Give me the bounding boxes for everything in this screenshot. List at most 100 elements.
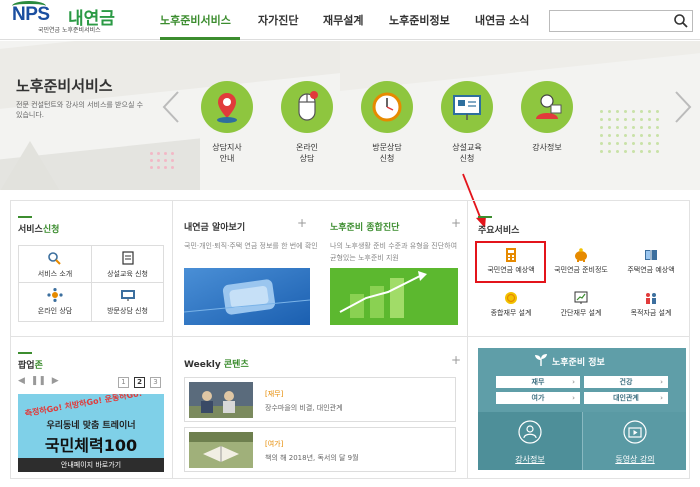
comprehensive-image[interactable] bbox=[330, 268, 458, 325]
weekly-more-button[interactable]: + bbox=[451, 353, 461, 367]
weekly-item[interactable]: [여가] 책의 해 2018년, 독서의 달 9월 bbox=[184, 427, 456, 472]
header: NPS 내연금 국민연금 노후준비서비스 노후준비서비스 자가진단 재무설계 노… bbox=[0, 0, 700, 40]
nav-financial-design[interactable]: 재무설계 bbox=[323, 12, 363, 28]
coin-icon bbox=[505, 292, 517, 304]
banner-description: 전문 컨설턴트와 강사의 서비스를 받으실 수 있습니다. bbox=[16, 101, 144, 119]
nav-retirement-service[interactable]: 노후준비서비스 bbox=[160, 12, 231, 28]
highlight-box bbox=[475, 241, 546, 283]
comprehensive-more-button[interactable]: + bbox=[451, 216, 461, 230]
mouse-icon bbox=[298, 91, 318, 121]
title-accent bbox=[478, 216, 492, 218]
info-leisure-button[interactable]: 여가 › bbox=[496, 392, 580, 404]
service-apply-title: 서비스신청 bbox=[18, 225, 60, 235]
notebook-icon bbox=[121, 251, 134, 265]
person-icon bbox=[536, 94, 562, 119]
popup-controls: ◀ ❚❚ ▶ bbox=[18, 376, 59, 386]
video-icon bbox=[623, 420, 647, 444]
popup-slogan: 측정하Go! 처방하Go! 운동하Go! bbox=[24, 394, 143, 419]
banner-decoration bbox=[0, 141, 60, 190]
weekly-headline: 장수마을의 비결, 대인관계 bbox=[265, 404, 343, 412]
service-label: 강사정보 bbox=[532, 143, 562, 152]
nav-self-diagnosis[interactable]: 자가진단 bbox=[258, 12, 298, 28]
banner-prev-arrow[interactable] bbox=[160, 90, 182, 124]
service-label: 온라인 상담 bbox=[295, 143, 319, 163]
panel-border bbox=[689, 200, 690, 478]
main-services-title: 주요서비스 bbox=[478, 226, 520, 236]
nav-retirement-info[interactable]: 노후준비정보 bbox=[389, 12, 450, 28]
pension-know-description: 국민·개인·퇴직·주택 연금 정보를 한 번에 확인 bbox=[184, 242, 318, 250]
panel-border bbox=[10, 200, 11, 478]
service-instructor-button[interactable] bbox=[521, 81, 573, 133]
title-accent bbox=[18, 352, 32, 354]
pension-readiness-button[interactable]: 국민연금 준비정도 bbox=[548, 248, 614, 275]
service-intro-button[interactable]: 서비스 소개 bbox=[18, 245, 92, 283]
info-health-button[interactable]: 건강 › bbox=[584, 376, 668, 388]
panel-border bbox=[172, 200, 173, 478]
magnifier-icon bbox=[48, 252, 61, 265]
logo-subtitle: 국민연금 노후준비서비스 bbox=[38, 27, 101, 34]
popup-page-3[interactable]: 3 bbox=[150, 377, 161, 388]
weekly-title: Weekly 콘텐츠 bbox=[184, 360, 249, 370]
weekly-headline: 책의 해 2018년, 독서의 달 9월 bbox=[265, 454, 359, 462]
info-panel-title: 노후준비 정보 bbox=[552, 358, 605, 368]
weekly-item[interactable]: [재무] 장수마을의 비결, 대인관계 bbox=[184, 377, 456, 422]
network-icon bbox=[47, 288, 63, 302]
title-accent bbox=[18, 216, 32, 218]
service-online-consult-button[interactable] bbox=[281, 81, 333, 133]
service-label: 상설교육 신청 bbox=[452, 143, 482, 163]
comprehensive-title: 노후준비 종합진단 bbox=[330, 223, 400, 233]
search-input[interactable] bbox=[549, 10, 693, 32]
popup-banner-title: 국민체력100 bbox=[44, 436, 138, 455]
map-pin-icon bbox=[217, 93, 237, 123]
panel-border bbox=[10, 336, 690, 337]
popup-zone-title: 팝업존 bbox=[18, 361, 43, 371]
weekly-category: [재무] bbox=[265, 390, 284, 398]
chart-monitor-icon bbox=[574, 291, 588, 304]
popup-page-1[interactable]: 1 bbox=[118, 377, 129, 388]
info-finance-button[interactable]: 재무 › bbox=[496, 376, 580, 388]
panel-border bbox=[10, 200, 690, 201]
banner-next-arrow[interactable] bbox=[672, 90, 694, 124]
popup-page-2[interactable]: 2 bbox=[134, 377, 145, 388]
service-education-button[interactable] bbox=[441, 81, 493, 133]
housing-pension-button[interactable]: 주택연금 예상액 bbox=[618, 248, 684, 275]
search-icon[interactable] bbox=[673, 13, 689, 29]
service-label: 상담지사 안내 bbox=[212, 143, 242, 163]
weekly-thumbnail bbox=[189, 382, 253, 418]
simple-finance-button[interactable]: 간단재무 설계 bbox=[548, 291, 614, 318]
weekly-category: [여가] bbox=[265, 440, 284, 448]
popup-banner-link[interactable]: 안내페이지 바로가기 bbox=[18, 458, 164, 472]
popup-prev-button[interactable]: ◀ bbox=[18, 376, 25, 386]
logo[interactable]: NPS bbox=[12, 1, 50, 26]
pension-know-more-button[interactable]: + bbox=[297, 216, 307, 230]
education-apply-button[interactable]: 상설교육 신청 bbox=[91, 245, 164, 283]
instructor-info-button[interactable]: 강사정보 bbox=[478, 412, 582, 470]
comprehensive-finance-button[interactable]: 종합재무 설계 bbox=[478, 291, 544, 318]
instructor-info-label: 강사정보 bbox=[515, 455, 545, 464]
popup-banner[interactable]: 측정하Go! 처방하Go! 운동하Go! 우리동네 맞춤 트레이너 국민체력10… bbox=[18, 394, 164, 472]
nav-active-indicator bbox=[160, 37, 240, 40]
pension-know-image[interactable] bbox=[184, 268, 310, 325]
online-consult-button[interactable]: 온라인 상담 bbox=[18, 282, 92, 322]
service-label: 방문상담 신청 bbox=[372, 143, 402, 163]
book-icon bbox=[645, 250, 657, 260]
retirement-info-panel: 노후준비 정보 재무 › 건강 › 여가 › 대인관계 › 강사정보 동영상 강의 bbox=[478, 348, 686, 470]
clock-icon bbox=[372, 92, 402, 122]
nav-pension-news[interactable]: 내연금 소식 bbox=[475, 12, 529, 28]
popup-banner-subtitle: 우리동네 맞춤 트레이너 bbox=[46, 421, 136, 431]
sprout-icon bbox=[535, 354, 547, 366]
service-visit-consult-button[interactable] bbox=[361, 81, 413, 133]
comprehensive-description: 나의 노후생활 준비 수준과 유형을 진단하여 균형있는 노후준비 지원 bbox=[330, 242, 458, 262]
panel-border bbox=[467, 200, 468, 478]
purpose-fund-button[interactable]: 목적자금 설계 bbox=[618, 291, 684, 318]
family-icon bbox=[646, 293, 656, 304]
visit-consult-button[interactable]: 방문상담 신청 bbox=[91, 282, 164, 322]
service-branch-guide-button[interactable] bbox=[201, 81, 253, 133]
video-lecture-label: 동영상 강의 bbox=[615, 455, 655, 464]
popup-pause-button[interactable]: ❚❚ bbox=[31, 376, 46, 386]
popup-next-button[interactable]: ▶ bbox=[52, 376, 59, 386]
panel-border bbox=[10, 478, 690, 479]
video-lecture-button[interactable]: 동영상 강의 bbox=[582, 412, 686, 470]
info-relations-button[interactable]: 대인관계 › bbox=[584, 392, 668, 404]
monitor-icon bbox=[120, 290, 135, 301]
